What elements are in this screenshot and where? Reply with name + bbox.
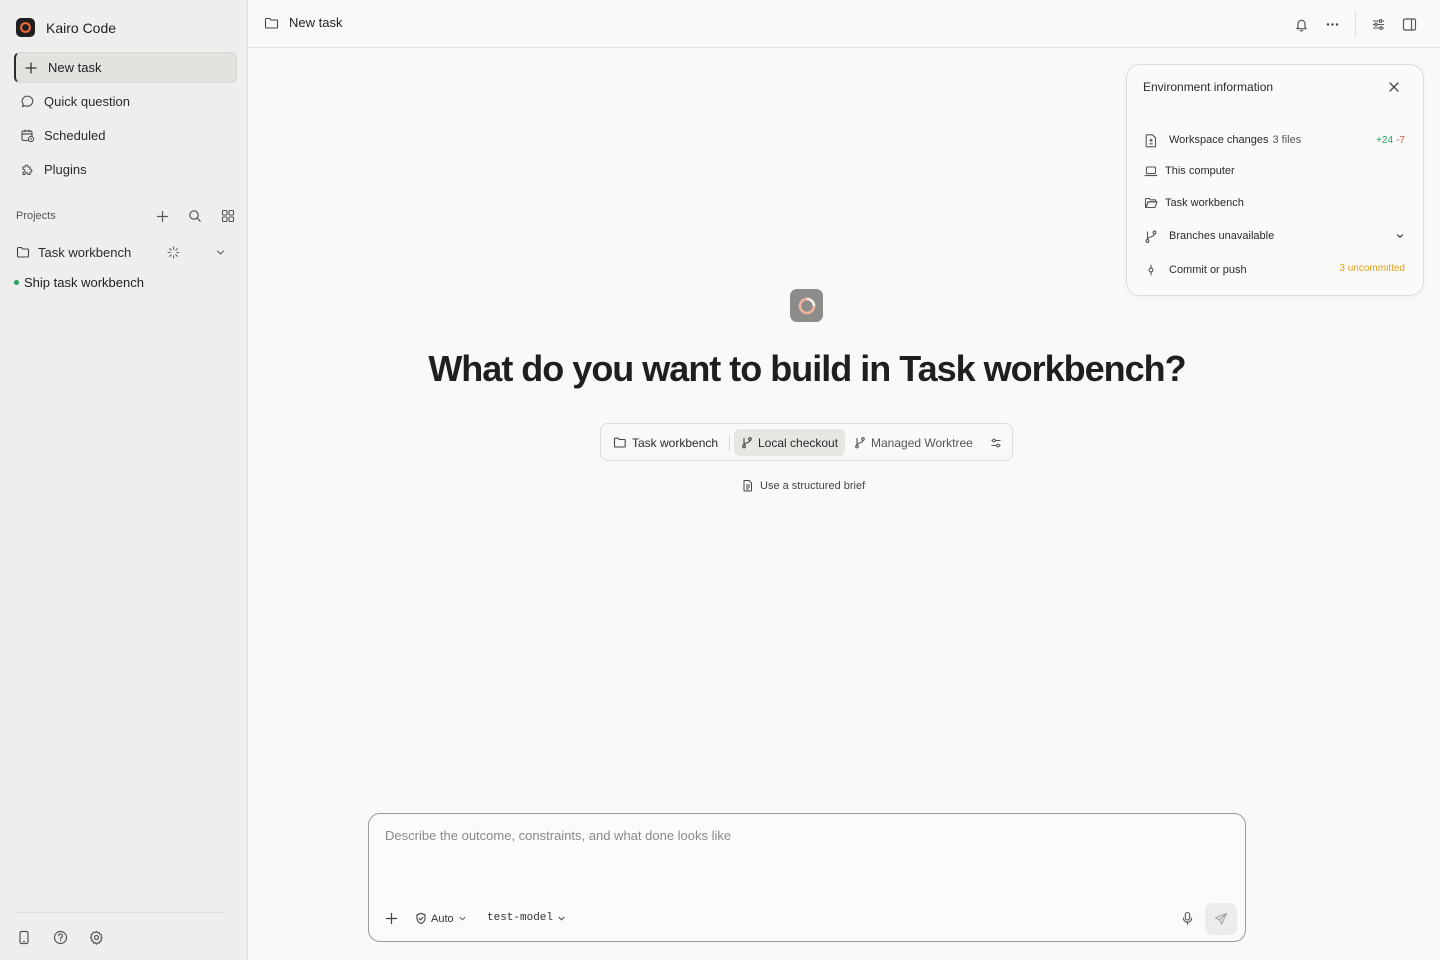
- document-icon: [742, 479, 754, 492]
- location-label: This computer: [1165, 165, 1235, 177]
- git-commit-icon: [1143, 262, 1159, 278]
- folder-icon: [16, 245, 30, 259]
- app-logo-icon: [16, 18, 35, 37]
- task-name: Ship task workbench: [24, 275, 144, 290]
- device-icon[interactable]: [16, 929, 32, 945]
- sidebar: Kairo Code New task Quick question Sched…: [0, 0, 248, 960]
- page-title: New task: [264, 15, 342, 30]
- folder-icon: [613, 436, 627, 449]
- sliders-icon[interactable]: [1369, 15, 1387, 33]
- chevron-down-icon: [557, 914, 566, 923]
- branches-row[interactable]: Branches unavailable: [1143, 227, 1405, 245]
- this-computer-row[interactable]: This computer: [1143, 162, 1405, 180]
- sidebar-item-new-task[interactable]: New task: [14, 52, 237, 83]
- projects-header: Projects: [16, 206, 236, 226]
- model-selector-dropdown[interactable]: test-model: [487, 912, 566, 924]
- shield-check-icon: [415, 912, 427, 925]
- project-item-task-workbench[interactable]: Task workbench: [16, 242, 232, 262]
- structured-brief-label: Use a structured brief: [760, 479, 866, 492]
- calendar-clock-icon: [19, 128, 35, 144]
- microphone-icon[interactable]: [1181, 911, 1194, 926]
- sidebar-item-label: New task: [48, 60, 102, 75]
- grid-view-icon[interactable]: [220, 208, 236, 224]
- app-logo-icon: [790, 289, 823, 322]
- folder-icon: [264, 16, 279, 30]
- chat-bubble-icon: [19, 94, 35, 110]
- project-selector[interactable]: Task workbench: [606, 429, 725, 456]
- page-title-text: New task: [289, 15, 343, 30]
- task-item-ship-task-workbench[interactable]: Ship task workbench: [14, 275, 144, 290]
- model-label: test-model: [487, 912, 554, 924]
- divider: [729, 435, 730, 451]
- sidebar-item-label: Quick question: [44, 94, 130, 109]
- brand: Kairo Code: [16, 18, 116, 37]
- help-icon[interactable]: [52, 929, 68, 945]
- toggle-settings-icon: [990, 437, 1002, 449]
- main-headline: What do you want to build in Task workbe…: [428, 348, 1186, 389]
- uncommitted-badge: 3 uncommitted: [1339, 262, 1405, 274]
- commit-row[interactable]: Commit or push 3 uncommitted: [1143, 261, 1405, 279]
- structured-brief-link[interactable]: Use a structured brief: [742, 479, 865, 492]
- lines-removed: -7: [1396, 134, 1405, 146]
- plus-icon: [23, 60, 39, 76]
- git-branch-icon: [1143, 228, 1159, 244]
- sidebar-item-label: Plugins: [44, 162, 87, 177]
- toolbar-divider: [1355, 11, 1356, 37]
- environment-panel-title: Environment information: [1143, 80, 1274, 94]
- sidebar-item-quick-question[interactable]: Quick question: [14, 86, 237, 117]
- sidebar-item-scheduled[interactable]: Scheduled: [14, 120, 237, 151]
- settings-gear-icon[interactable]: [88, 929, 104, 945]
- local-checkout-label: Local checkout: [758, 435, 839, 450]
- chevron-down-icon: [458, 914, 467, 923]
- send-button[interactable]: [1205, 903, 1237, 935]
- permission-mode-dropdown[interactable]: Auto: [415, 912, 467, 925]
- add-project-icon[interactable]: [154, 208, 170, 224]
- loading-spinner-icon: [167, 245, 180, 259]
- managed-worktree-option[interactable]: Managed Worktree: [847, 429, 980, 456]
- permission-mode-label: Auto: [431, 912, 454, 925]
- more-options-icon[interactable]: [1323, 15, 1341, 33]
- composer: Auto test-model: [368, 813, 1246, 942]
- toggle-panel-icon[interactable]: [1400, 15, 1418, 33]
- project-selector-label: Task workbench: [632, 435, 719, 450]
- status-dot: [14, 280, 19, 285]
- laptop-icon: [1143, 163, 1159, 179]
- app-name: Kairo Code: [46, 19, 117, 36]
- commit-label: Commit or push: [1169, 264, 1247, 276]
- sidebar-footer: [16, 912, 226, 945]
- send-icon: [1214, 912, 1228, 925]
- diff-stats: +24 -7: [1376, 135, 1405, 146]
- branches-label: Branches unavailable: [1169, 230, 1275, 242]
- folder-label: Task workbench: [1165, 197, 1244, 209]
- add-attachment-icon[interactable]: [385, 912, 398, 925]
- folder-row[interactable]: Task workbench: [1143, 194, 1405, 212]
- git-branch-icon: [854, 436, 866, 449]
- file-diff-icon: [1143, 132, 1159, 148]
- bell-icon[interactable]: [1292, 15, 1310, 33]
- project-name: Task workbench: [38, 244, 132, 260]
- mode-settings-button[interactable]: [983, 429, 1009, 456]
- sidebar-item-label: Scheduled: [44, 128, 106, 143]
- projects-label: Projects: [16, 210, 56, 222]
- sidebar-item-plugins[interactable]: Plugins: [14, 154, 237, 185]
- sidebar-nav: New task Quick question Scheduled Plugin…: [14, 52, 237, 188]
- chevron-down-icon[interactable]: [1395, 231, 1405, 241]
- close-icon[interactable]: [1387, 80, 1401, 94]
- lines-added: +24: [1376, 134, 1394, 146]
- git-branch-icon: [741, 436, 753, 449]
- workspace-changes-label: Workspace changes: [1169, 134, 1269, 146]
- folder-open-icon: [1143, 195, 1159, 211]
- file-count: 3 files: [1272, 134, 1302, 146]
- local-checkout-option[interactable]: Local checkout: [734, 429, 846, 456]
- chevron-down-icon[interactable]: [215, 247, 226, 258]
- prompt-input[interactable]: [385, 828, 1225, 888]
- search-projects-icon[interactable]: [187, 208, 203, 224]
- topbar: New task: [248, 0, 1440, 48]
- managed-worktree-label: Managed Worktree: [871, 435, 973, 450]
- environment-panel: Environment information Workspace change…: [1126, 64, 1424, 296]
- workspace-changes-row[interactable]: Workspace changes 3 files +24 -7: [1143, 131, 1405, 149]
- puzzle-icon: [19, 162, 35, 178]
- workspace-mode-selector: Task workbench Local checkout Managed Wo…: [600, 423, 1013, 461]
